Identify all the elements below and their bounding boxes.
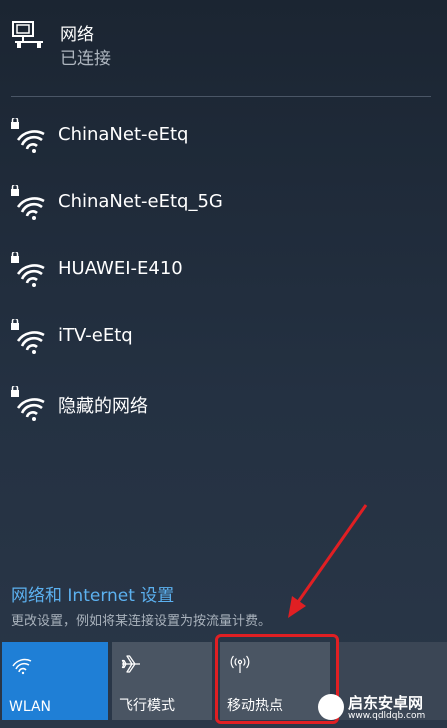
network-flyout: 网络 已连接 ChinaNet-eEtq ChinaNet-eEtq_5G HU… bbox=[0, 0, 447, 728]
connection-status: 已连接 bbox=[60, 49, 111, 69]
wifi-ssid: iTV-eEtq bbox=[58, 325, 133, 346]
network-header[interactable]: 网络 已连接 bbox=[0, 0, 447, 92]
wlan-toggle-tile[interactable]: WLAN bbox=[2, 642, 108, 720]
wifi-ssid: 隐藏的网络 bbox=[58, 396, 148, 417]
airplane-mode-tile[interactable]: 飞行模式 bbox=[112, 642, 212, 720]
wifi-network-item[interactable]: ChinaNet-eEtq bbox=[0, 108, 447, 166]
wifi-network-item[interactable]: iTV-eEtq bbox=[0, 309, 447, 367]
wifi-ssid: ChinaNet-eEtq bbox=[58, 124, 189, 145]
wired-network-icon bbox=[12, 21, 43, 48]
airplane-icon bbox=[121, 655, 140, 673]
secured-wifi-icon bbox=[11, 185, 45, 220]
secured-wifi-icon bbox=[11, 386, 45, 421]
mobile-hotspot-tile[interactable]: 移动热点 bbox=[220, 642, 330, 720]
secured-wifi-icon bbox=[11, 319, 45, 354]
wifi-network-item[interactable]: ChinaNet-eEtq_5G bbox=[0, 175, 447, 233]
watermark-logo-icon bbox=[318, 694, 344, 720]
network-settings-description: 更改设置，例如将某连接设置为按流量计费。 bbox=[11, 614, 272, 629]
network-settings-link[interactable]: 网络和 Internet 设置 bbox=[11, 581, 174, 606]
wifi-network-item[interactable]: HUAWEI-E410 bbox=[0, 242, 447, 300]
secured-wifi-icon bbox=[11, 252, 45, 287]
watermark: 启东安卓网 www.qdldqb.com bbox=[318, 692, 444, 724]
wifi-network-item[interactable]: 隐藏的网络 bbox=[0, 376, 447, 434]
hotspot-icon bbox=[230, 655, 250, 673]
tile-label: WLAN bbox=[9, 699, 52, 715]
divider bbox=[11, 96, 431, 97]
wifi-ssid: HUAWEI-E410 bbox=[58, 258, 183, 279]
tile-label: 移动热点 bbox=[227, 698, 283, 714]
wifi-icon bbox=[12, 658, 32, 675]
tile-label: 飞行模式 bbox=[119, 698, 175, 714]
secured-wifi-icon bbox=[11, 118, 45, 153]
watermark-text: 启东安卓网 bbox=[348, 694, 424, 712]
network-title: 网络 bbox=[60, 25, 94, 45]
watermark-url: www.qdldqb.com bbox=[348, 711, 426, 721]
wifi-ssid: ChinaNet-eEtq_5G bbox=[58, 191, 223, 212]
